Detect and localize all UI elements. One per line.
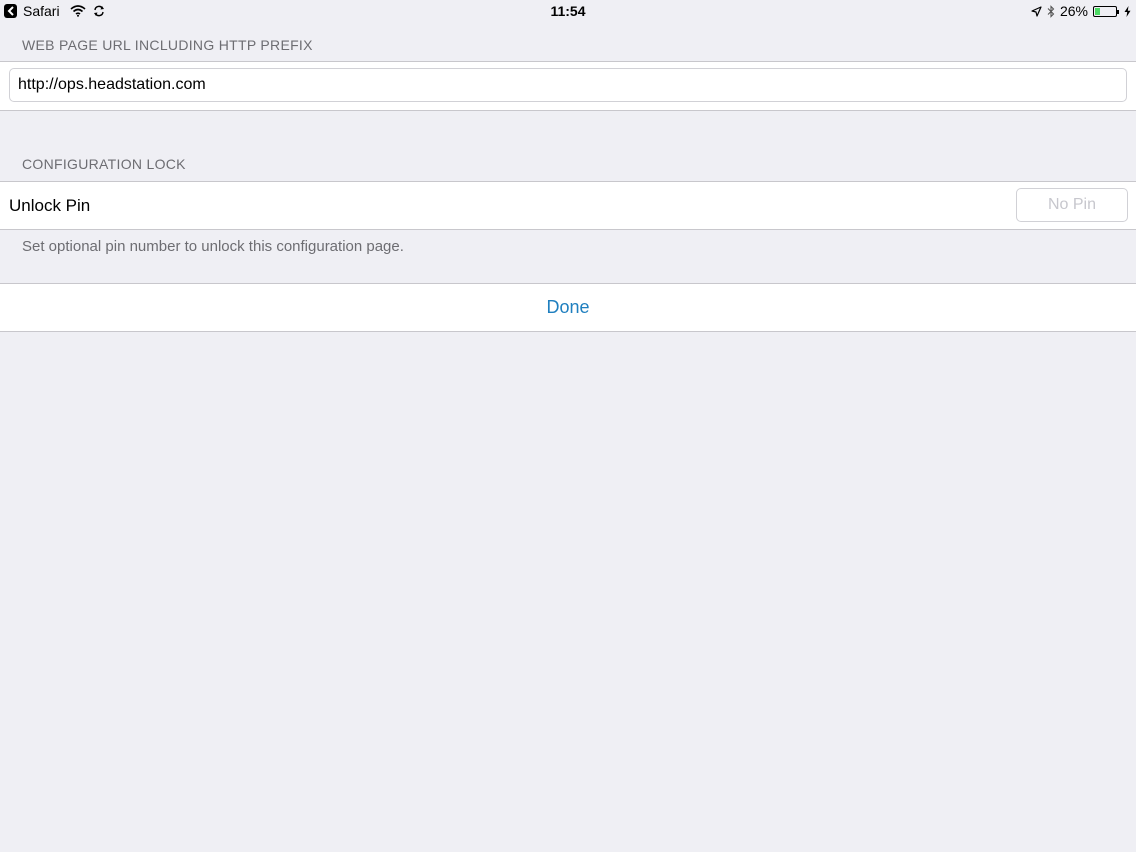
pin-input[interactable]: [1016, 188, 1128, 222]
url-section-header: WEB PAGE URL INCLUDING HTTP PREFIX: [22, 37, 313, 53]
battery-level: [1095, 7, 1100, 15]
battery-icon: [1093, 5, 1119, 17]
url-input[interactable]: [9, 68, 1127, 102]
unlock-pin-cell: Unlock Pin: [0, 181, 1136, 230]
battery-percent: 26%: [1059, 3, 1088, 19]
done-button[interactable]: Done: [0, 284, 1136, 331]
url-cell: [0, 61, 1136, 111]
status-bar: Safari 11:54 26%: [0, 0, 1136, 22]
lock-section-header: CONFIGURATION LOCK: [22, 156, 186, 172]
unlock-pin-label: Unlock Pin: [9, 196, 91, 215]
done-cell: Done: [0, 283, 1136, 332]
location-arrow-icon: [1031, 5, 1042, 17]
charging-bolt-icon: [1124, 5, 1131, 17]
status-time: 11:54: [550, 3, 586, 19]
status-right: 26%: [1031, 2, 1131, 20]
bluetooth-icon: [1047, 4, 1055, 18]
lock-footer-note: Set optional pin number to unlock this c…: [22, 238, 404, 255]
